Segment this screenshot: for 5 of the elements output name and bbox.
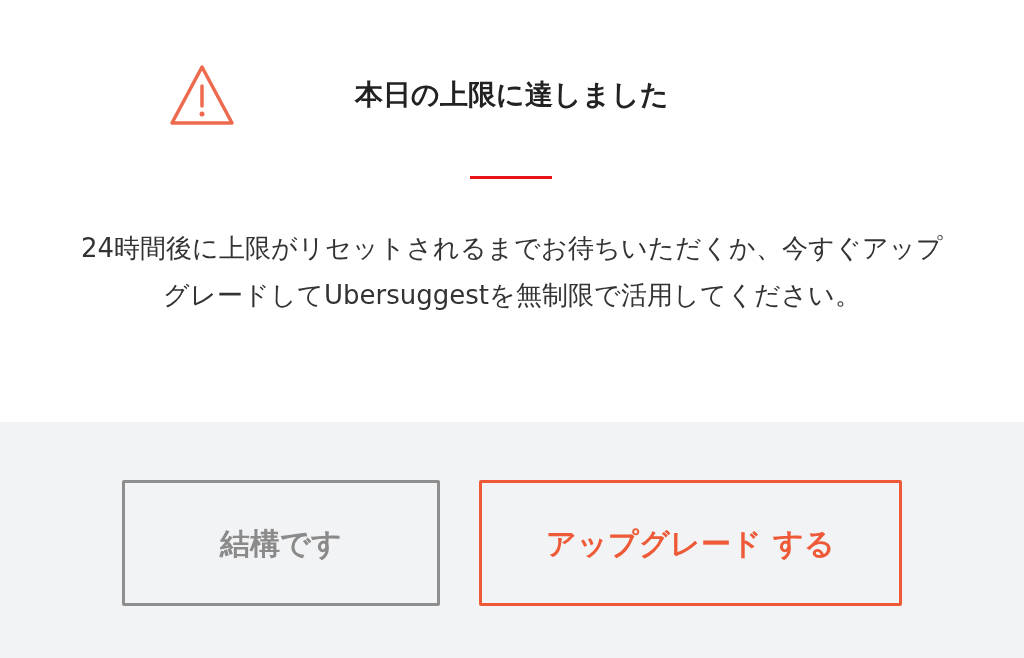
decline-button[interactable]: 結構です: [122, 480, 440, 606]
warning-icon: [169, 64, 235, 126]
upgrade-button[interactable]: アップグレード する: [479, 480, 902, 606]
dialog-title: 本日の上限に達しました: [355, 77, 669, 113]
dialog-message: 24時間後に上限がリセットされるまでお待ちいただくか、今すぐアップグレードしてUbersuggestを無制限で活用してください。: [79, 232, 945, 312]
